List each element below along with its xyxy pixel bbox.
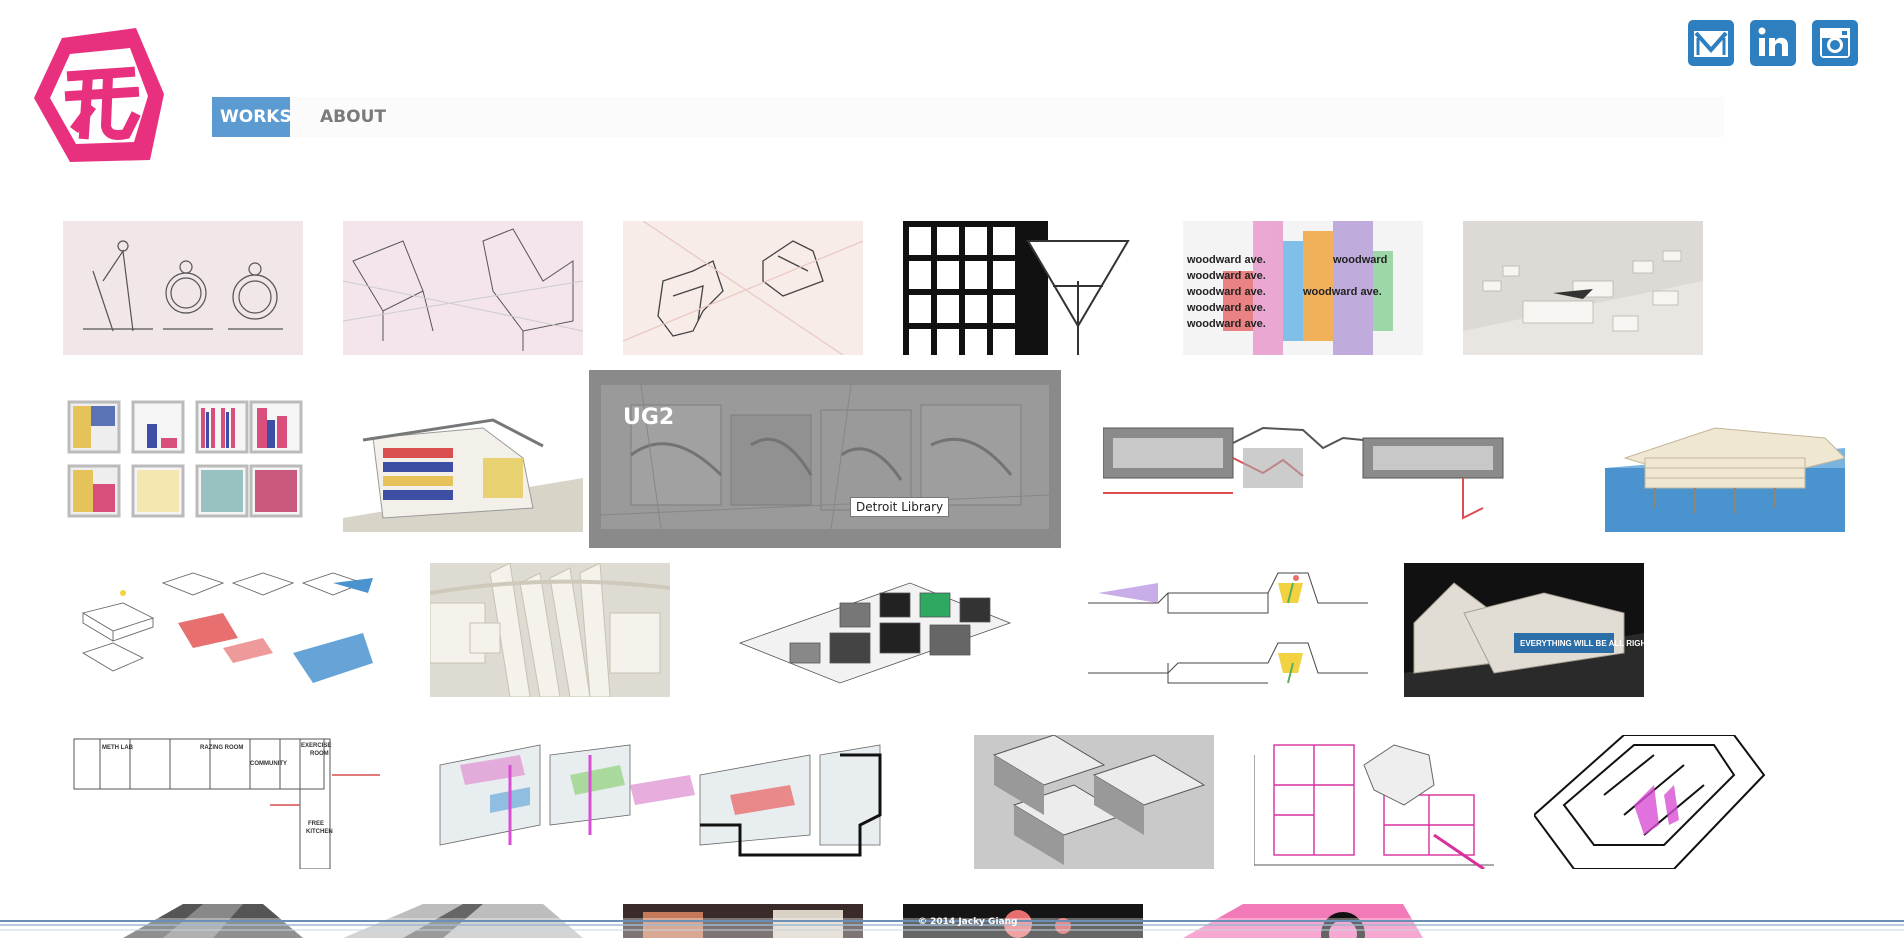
logo-mark[interactable] [30, 26, 166, 166]
svg-text:EVERYTHING WILL BE ALL RIGHT: EVERYTHING WILL BE ALL RIGHT [1520, 639, 1644, 648]
svg-text:woodward ave.: woodward ave. [1186, 254, 1266, 266]
project-thumbnail[interactable] [1534, 735, 1774, 869]
mail-icon[interactable] [1688, 20, 1734, 66]
nav-about[interactable]: ABOUT [312, 97, 396, 137]
project-thumbnail[interactable] [1103, 398, 1563, 532]
svg-text:FREE: FREE [308, 821, 324, 827]
footer-copyright: © 2014 Jacky Giang [918, 917, 1018, 927]
svg-text:woodward ave.: woodward ave. [1186, 302, 1266, 314]
project-thumbnail[interactable] [710, 563, 1050, 697]
svg-text:woodward ave.: woodward ave. [1186, 318, 1266, 330]
svg-text:woodward ave.: woodward ave. [1302, 286, 1382, 298]
project-thumbnail[interactable] [63, 398, 303, 532]
svg-text:woodward ave.: woodward ave. [1186, 286, 1266, 298]
project-thumbnail[interactable] [63, 221, 303, 355]
nav-works[interactable]: WORKS [212, 97, 292, 137]
nav-bar [212, 97, 1724, 137]
svg-text:RAZING ROOM: RAZING ROOM [200, 745, 243, 751]
project-thumbnail[interactable]: METH LAB RAZING ROOM COMMUNITY EXERCISE ROOM… [70, 735, 380, 869]
project-thumbnail-hovered[interactable]: UG2 [589, 370, 1061, 548]
svg-text:EXERCISE: EXERCISE [301, 743, 331, 749]
svg-text:METH LAB: METH LAB [102, 745, 134, 751]
project-thumbnail[interactable]: woodward ave. woodward ave. woodward ave. w… [1183, 221, 1423, 355]
svg-text:woodward ave.: woodward ave. [1186, 270, 1266, 282]
project-thumbnail[interactable] [343, 398, 583, 532]
project-thumbnail[interactable] [974, 735, 1214, 869]
project-thumbnail[interactable] [1254, 735, 1494, 869]
project-thumbnail[interactable] [1605, 398, 1845, 532]
project-thumbnail[interactable] [343, 221, 583, 355]
project-thumbnail[interactable] [1463, 221, 1703, 355]
svg-text:woodward: woodward [1332, 254, 1387, 266]
hover-project-title: UG2 [623, 405, 675, 430]
svg-text:ROOM: ROOM [310, 751, 329, 757]
project-thumbnail[interactable] [1088, 563, 1368, 697]
project-thumbnail[interactable] [623, 221, 863, 355]
linkedin-icon[interactable] [1750, 20, 1796, 66]
project-thumbnail[interactable] [430, 735, 930, 869]
project-thumbnail[interactable] [63, 563, 383, 697]
instagram-icon[interactable] [1812, 20, 1858, 66]
svg-text:COMMUNITY: COMMUNITY [250, 761, 287, 767]
svg-text:KITCHEN: KITCHEN [306, 829, 333, 835]
project-thumbnail[interactable]: EVERYTHING WILL BE ALL RIGHT [1404, 563, 1644, 697]
tooltip: Detroit Library [850, 497, 950, 517]
project-thumbnail[interactable] [430, 563, 670, 697]
project-thumbnail[interactable] [903, 221, 1143, 355]
